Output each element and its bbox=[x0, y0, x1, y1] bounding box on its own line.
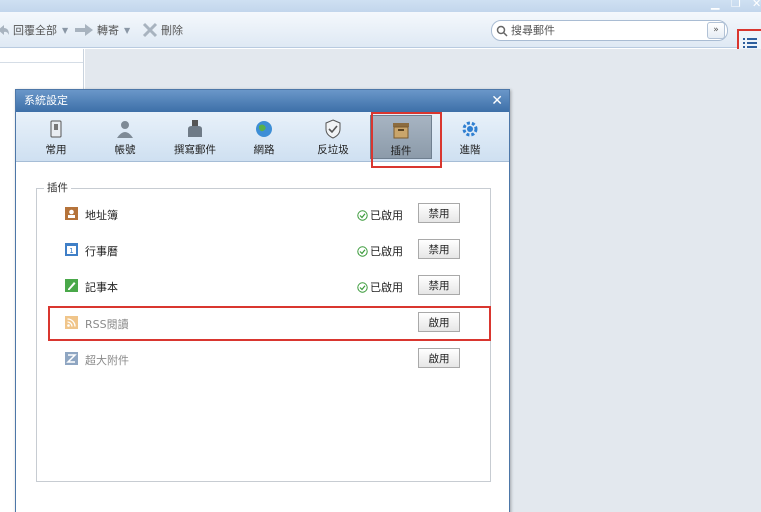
check-circle-icon bbox=[357, 245, 368, 257]
tab-label: 進階 bbox=[459, 144, 481, 156]
antispam-icon bbox=[325, 119, 341, 139]
dialog-titlebar: 系統設定 ✕ bbox=[16, 90, 509, 112]
plugins-tab-highlight bbox=[371, 112, 442, 168]
tab-advanced[interactable]: 進階 bbox=[439, 115, 501, 159]
reply-all-button[interactable]: 回覆全部 ▼ bbox=[0, 21, 68, 39]
list-menu-icon bbox=[743, 38, 757, 48]
enable-button[interactable]: 啟用 bbox=[418, 348, 460, 368]
chevron-down-icon[interactable]: ▼ bbox=[124, 26, 130, 35]
network-icon bbox=[256, 121, 272, 137]
compose-icon bbox=[188, 120, 202, 137]
plugin-name: 超大附件 bbox=[85, 354, 129, 367]
general-icon bbox=[50, 120, 62, 138]
settings-dialog: 系統設定 ✕ 常用 帳號 撰寫郵件 網路 反垃圾 插件 進階 插件 地址簿 已啟… bbox=[15, 89, 510, 512]
delete-icon bbox=[142, 22, 158, 38]
disable-button[interactable]: 禁用 bbox=[418, 275, 460, 295]
close-icon[interactable]: ✕ bbox=[491, 90, 503, 112]
disable-button[interactable]: 禁用 bbox=[418, 203, 460, 223]
plugin-name: 地址簿 bbox=[85, 209, 118, 222]
large-attachment-icon bbox=[65, 352, 78, 365]
forward-button[interactable]: 轉寄 ▼ bbox=[74, 21, 130, 39]
plugin-status: 已啟用 bbox=[357, 279, 403, 295]
search-box[interactable]: » bbox=[491, 20, 728, 41]
svg-text:1: 1 bbox=[69, 247, 73, 255]
search-icon bbox=[496, 25, 508, 37]
main-toolbar: 回覆全部 ▼ 轉寄 ▼ 刪除 » bbox=[0, 12, 761, 57]
rss-row-highlight bbox=[48, 306, 491, 341]
account-icon bbox=[117, 121, 133, 138]
forward-icon bbox=[75, 24, 93, 36]
plugin-row-large-attachment: 超大附件 啟用 bbox=[64, 348, 464, 370]
settings-tabs: 常用 帳號 撰寫郵件 網路 反垃圾 插件 進階 bbox=[16, 112, 509, 168]
advanced-icon bbox=[462, 121, 478, 137]
check-circle-icon bbox=[357, 209, 368, 221]
plugin-row-calendar: 1 行事曆 已啟用 禁用 bbox=[64, 239, 464, 261]
plugin-row-notepad: 記事本 已啟用 禁用 bbox=[64, 275, 464, 297]
tab-label: 網路 bbox=[253, 144, 275, 156]
notepad-icon bbox=[65, 279, 78, 292]
disable-button[interactable]: 禁用 bbox=[418, 239, 460, 259]
tab-account[interactable]: 帳號 bbox=[94, 115, 156, 159]
plugins-group-label: 插件 bbox=[44, 180, 71, 195]
tab-compose[interactable]: 撰寫郵件 bbox=[164, 115, 226, 159]
tab-label: 撰寫郵件 bbox=[174, 144, 216, 156]
tab-label: 反垃圾 bbox=[317, 144, 349, 156]
delete-label: 刪除 bbox=[161, 24, 183, 37]
plugin-name: 行事曆 bbox=[85, 245, 118, 258]
tab-antispam[interactable]: 反垃圾 bbox=[302, 115, 364, 159]
tab-general[interactable]: 常用 bbox=[25, 115, 87, 159]
search-dropdown-icon[interactable]: » bbox=[707, 22, 725, 39]
search-input[interactable] bbox=[511, 24, 701, 37]
plugin-status: 已啟用 bbox=[357, 207, 403, 223]
close-window-icon[interactable]: ✕ bbox=[752, 0, 761, 10]
window-titlebar: ▁ ❐ ✕ bbox=[0, 0, 761, 12]
restore-icon[interactable]: ❐ bbox=[731, 0, 741, 10]
delete-button[interactable]: 刪除 bbox=[142, 21, 183, 39]
tab-label: 常用 bbox=[45, 144, 67, 156]
calendar-icon: 1 bbox=[65, 243, 78, 256]
chevron-down-icon[interactable]: ▼ bbox=[62, 26, 68, 35]
reply-all-icon bbox=[0, 25, 9, 35]
dialog-title: 系統設定 bbox=[24, 94, 68, 107]
minimize-icon[interactable]: ▁ bbox=[711, 0, 719, 10]
plugin-name: 記事本 bbox=[85, 281, 118, 294]
plugin-status: 已啟用 bbox=[357, 243, 403, 259]
check-circle-icon bbox=[357, 281, 368, 293]
plugin-row-addressbook: 地址簿 已啟用 禁用 bbox=[64, 203, 464, 225]
tab-network[interactable]: 網路 bbox=[233, 115, 295, 159]
tab-label: 帳號 bbox=[114, 144, 136, 156]
forward-label: 轉寄 bbox=[97, 24, 119, 37]
addressbook-icon bbox=[65, 207, 78, 220]
reply-all-label: 回覆全部 bbox=[13, 24, 57, 37]
